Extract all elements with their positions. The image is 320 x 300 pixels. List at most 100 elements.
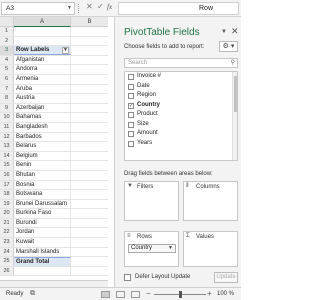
name-box[interactable]: A3 ▼ (1, 2, 75, 15)
page-layout-view-button[interactable] (116, 291, 125, 298)
cell-a[interactable]: Austria (14, 94, 71, 103)
insert-function-icon[interactable]: fx (107, 3, 112, 11)
page-break-view-button[interactable] (131, 291, 140, 298)
chevron-down-icon[interactable]: ▼ (67, 3, 72, 14)
row-header[interactable]: 13 (0, 142, 14, 151)
field-list-scrollbar[interactable] (232, 72, 237, 160)
grand-total-cell[interactable]: Grand Total (14, 257, 71, 266)
cell-a[interactable]: Brunei Darussalam (14, 199, 71, 209)
cell-a[interactable]: Bangladesh (14, 122, 71, 132)
row-header[interactable]: 6 (0, 74, 14, 84)
cell-a[interactable]: Azerbaijan (14, 103, 71, 113)
horizontal-scrollbar[interactable] (0, 280, 108, 287)
chevron-down-icon[interactable]: ▼ (168, 245, 173, 252)
field-item[interactable]: Years (125, 139, 237, 149)
tools-gear-button[interactable]: ⚙ ▾ (219, 41, 238, 52)
field-checkbox[interactable] (128, 93, 134, 99)
country-field-chip[interactable]: Country ▼ (128, 244, 176, 253)
worksheet-grid[interactable]: A B 1 2 3 Row Labels ▼ 4 Afganistan 5 Andorra 6 Ar… (0, 17, 108, 280)
cell-a[interactable]: Kuwait (14, 238, 71, 247)
pane-options-chevron-icon[interactable]: ▼ (221, 29, 227, 35)
cell-a[interactable]: Belgium (14, 151, 71, 161)
cell-a[interactable]: Burundi (14, 218, 71, 228)
confirm-icon[interactable]: ✓ (97, 2, 104, 11)
field-checkbox[interactable]: ✓ (128, 102, 134, 109)
cell-a[interactable]: Botswana (14, 190, 71, 199)
select-all-corner[interactable] (0, 17, 14, 27)
row-header[interactable]: 15 (0, 161, 14, 170)
row-header[interactable]: 2 (0, 36, 14, 46)
values-area[interactable]: Σ Values (183, 231, 238, 267)
field-checkbox[interactable] (128, 112, 134, 118)
cell-a[interactable]: Burkina Faso (14, 209, 71, 218)
field-search-input[interactable]: Search ⚲ (124, 58, 238, 68)
field-checkbox[interactable] (128, 83, 134, 90)
row-header[interactable]: 21 (0, 218, 14, 228)
field-checkbox[interactable] (128, 74, 134, 80)
cell-a[interactable]: Bosnia (14, 180, 71, 190)
field-checkbox[interactable] (128, 131, 134, 137)
defer-layout-checkbox[interactable] (124, 274, 131, 281)
cell-a[interactable]: Jordan (14, 228, 71, 238)
field-checkbox[interactable] (128, 121, 134, 128)
cell-a[interactable] (14, 36, 71, 46)
row-header[interactable]: 17 (0, 180, 14, 190)
field-item[interactable]: Size (125, 120, 237, 130)
column-header-a[interactable]: A (14, 17, 71, 27)
close-icon[interactable]: ✕ (231, 26, 239, 37)
row-header[interactable]: 11 (0, 122, 14, 132)
row-header[interactable]: 19 (0, 199, 14, 209)
columns-area[interactable]: ⫴ Columns (183, 181, 238, 221)
cell-a[interactable]: Belarus (14, 142, 71, 151)
field-item[interactable]: Product (125, 110, 237, 120)
row-header[interactable]: 14 (0, 151, 14, 161)
row-header[interactable]: 16 (0, 170, 14, 180)
field-item[interactable]: Invoice # (125, 72, 237, 82)
field-item[interactable]: ✓ Country (125, 101, 237, 111)
row-header[interactable]: 23 (0, 238, 14, 247)
rows-area[interactable]: ≡ Rows Country ▼ (124, 231, 179, 267)
cell-a[interactable]: Afganistan (14, 55, 71, 65)
row-header[interactable]: 4 (0, 55, 14, 65)
cell-a[interactable]: Bhutan (14, 170, 71, 180)
cancel-icon[interactable]: ✕ (86, 2, 93, 11)
field-item[interactable]: Amount (125, 129, 237, 139)
cell-a[interactable]: Andorra (14, 65, 71, 74)
row-labels-cell[interactable]: Row Labels ▼ (14, 46, 71, 55)
update-button[interactable]: Update (214, 272, 238, 283)
zoom-in-icon[interactable]: + (207, 289, 212, 298)
zoom-out-icon[interactable]: − (146, 289, 151, 298)
formula-input[interactable]: Row (118, 2, 239, 15)
zoom-slider-thumb[interactable] (179, 291, 182, 298)
row-header[interactable]: 12 (0, 132, 14, 142)
row-header[interactable]: 10 (0, 113, 14, 122)
cell-a[interactable] (14, 266, 71, 276)
row-header[interactable]: 7 (0, 84, 14, 94)
macro-record-icon[interactable]: ⧉ (30, 290, 35, 298)
cell-a[interactable]: Bahamas (14, 113, 71, 122)
row-header[interactable]: 8 (0, 94, 14, 103)
cell-a[interactable]: Benin (14, 161, 71, 170)
field-item[interactable]: Region (125, 91, 237, 101)
cell-a[interactable]: Marshall Islands (14, 247, 71, 257)
row-labels-filter-button[interactable]: ▼ (62, 47, 69, 55)
row-header[interactable]: 1 (0, 27, 14, 36)
filters-area[interactable]: ▼ Filters (124, 181, 179, 221)
row-header[interactable]: 20 (0, 209, 14, 218)
row-header[interactable]: 3 (0, 46, 14, 55)
cell-a[interactable]: Barbados (14, 132, 71, 142)
field-item[interactable]: Date (125, 82, 237, 92)
cell-a[interactable] (14, 27, 71, 36)
row-header[interactable]: 22 (0, 228, 14, 238)
row-header[interactable]: 24 (0, 247, 14, 257)
cell-a[interactable]: Armenia (14, 74, 71, 84)
row-header[interactable]: 5 (0, 65, 14, 74)
row-header[interactable]: 25 (0, 257, 14, 266)
scrollbar-thumb[interactable] (234, 76, 237, 112)
zoom-level[interactable]: 100 % (217, 291, 234, 297)
row-header[interactable]: 18 (0, 190, 14, 199)
normal-view-button[interactable] (101, 291, 110, 298)
row-header[interactable]: 26 (0, 266, 14, 276)
column-header-b[interactable]: B (71, 17, 108, 27)
field-checkbox[interactable] (128, 140, 134, 147)
